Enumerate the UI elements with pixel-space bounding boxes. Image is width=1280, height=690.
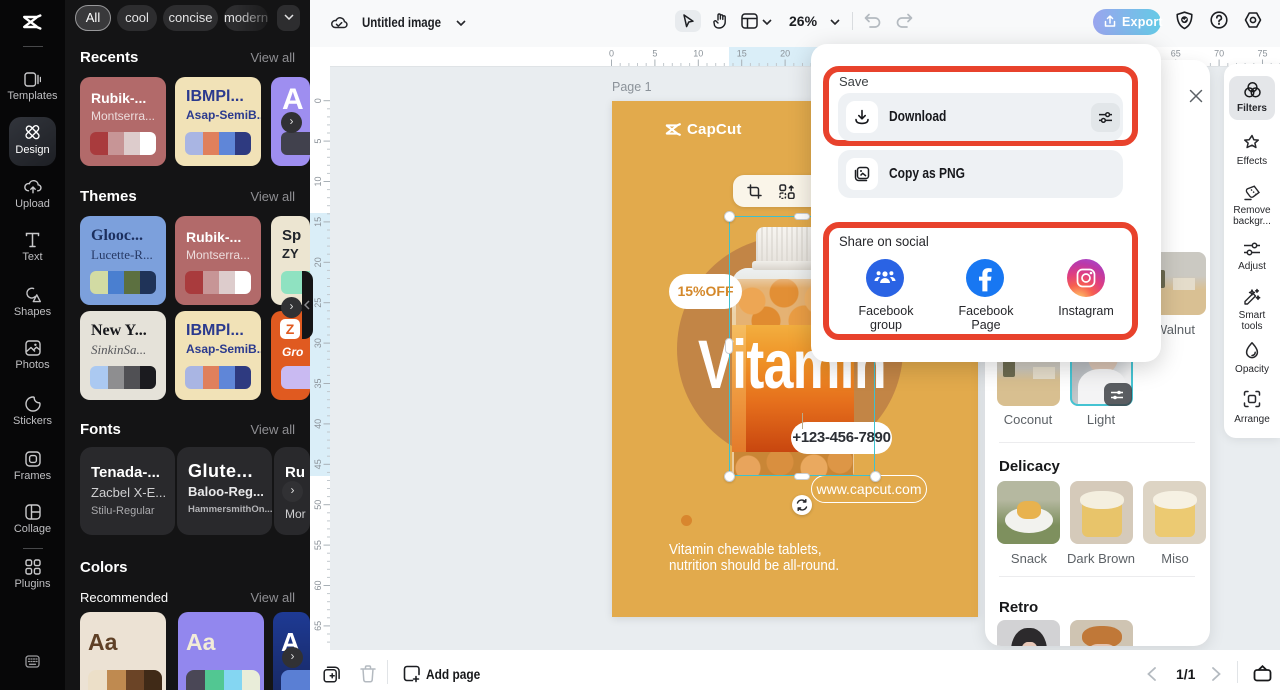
svg-text:5: 5 bbox=[652, 49, 657, 59]
svg-text:75: 75 bbox=[1257, 49, 1267, 59]
svg-text:50: 50 bbox=[313, 500, 323, 510]
svg-text:35: 35 bbox=[313, 378, 323, 388]
svg-text:5: 5 bbox=[313, 139, 323, 144]
svg-text:20: 20 bbox=[780, 49, 790, 59]
svg-text:0: 0 bbox=[609, 49, 614, 59]
svg-text:20: 20 bbox=[313, 257, 323, 267]
svg-text:15: 15 bbox=[737, 49, 747, 59]
svg-text:60: 60 bbox=[313, 580, 323, 590]
svg-text:25: 25 bbox=[313, 298, 323, 308]
svg-text:45: 45 bbox=[313, 459, 323, 469]
svg-text:70: 70 bbox=[1214, 49, 1224, 59]
svg-text:15: 15 bbox=[313, 217, 323, 227]
svg-text:65: 65 bbox=[1171, 49, 1181, 59]
svg-text:65: 65 bbox=[313, 621, 323, 631]
svg-text:10: 10 bbox=[313, 176, 323, 186]
svg-text:30: 30 bbox=[313, 338, 323, 348]
svg-text:55: 55 bbox=[313, 540, 323, 550]
svg-text:10: 10 bbox=[693, 49, 703, 59]
svg-text:40: 40 bbox=[313, 419, 323, 429]
svg-text:0: 0 bbox=[313, 98, 323, 103]
